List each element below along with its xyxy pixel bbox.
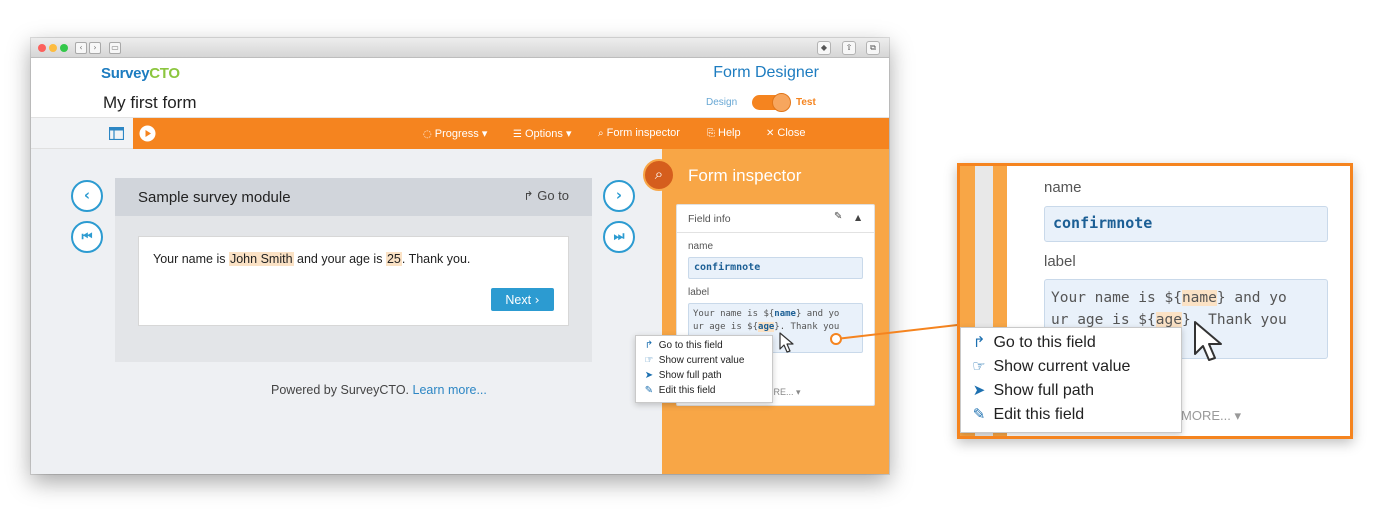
form-inspector-title: Form inspector <box>688 166 802 185</box>
question-card: Your name is John Smith and your age is … <box>138 236 569 326</box>
menu-item-go-to-field[interactable]: ↱ Go to this field <box>642 340 723 351</box>
field-info-header[interactable]: Field info ✎ ▲ <box>677 205 874 233</box>
list-icon: ☰ <box>513 129 522 140</box>
previous-button[interactable]: ‹ <box>71 180 103 212</box>
mouse-cursor-icon <box>779 332 794 353</box>
hand-point-icon: ☞ <box>972 357 986 375</box>
zoom-menu-item-show-value[interactable]: ☞ Show current value <box>969 357 1130 376</box>
tabs-icon[interactable]: ⧉ <box>866 41 880 55</box>
design-mode-label[interactable]: Design <box>706 97 737 108</box>
module-header: Sample survey module ↱ Go to <box>115 178 592 216</box>
browser-chrome: ‹ › ▭ ◆ ⇧ ⧉ <box>31 38 889 58</box>
design-test-toggle[interactable] <box>752 93 791 112</box>
progress-icon: ◌ <box>423 129 432 140</box>
form-inspector-button[interactable]: ⌕ Form inspector <box>598 127 680 139</box>
field-info-label: Field info <box>688 213 731 225</box>
zoom-menu-item-edit-field[interactable]: ✎ Edit this field <box>969 405 1084 424</box>
share-arrow-icon: ↱ <box>523 189 534 203</box>
toggle-knob <box>772 93 791 112</box>
play-icon[interactable] <box>139 125 156 142</box>
test-mode-label[interactable]: Test <box>796 97 816 108</box>
note-text: Your name is John Smith and your age is … <box>153 252 471 266</box>
module-title: Sample survey module <box>138 189 291 206</box>
collapse-icon[interactable]: ▲ <box>855 213 861 222</box>
go-to-button[interactable]: ↱ Go to <box>524 188 569 203</box>
skip-back-icon: ⏮ <box>81 229 93 243</box>
skip-forward-icon: ⏭ <box>613 229 625 243</box>
form-designer-title: Form Designer <box>713 64 819 81</box>
zoom-callout: name confirmnote label Your name is ${na… <box>957 163 1353 439</box>
learn-more-link[interactable]: Learn more... <box>413 383 487 397</box>
context-menu: ↱ Go to this field ☞ Show current value … <box>635 335 773 403</box>
zoom-menu-item-go-to-field[interactable]: ↱ Go to this field <box>969 333 1096 352</box>
maximize-window-button[interactable] <box>60 44 68 52</box>
name-label: name <box>688 241 714 252</box>
close-button[interactable]: ✕ Close <box>766 127 806 139</box>
back-button[interactable]: ‹ <box>75 42 87 54</box>
toolbar: ◌ Progress ▾ ☰ Options ▾ ⌕ Form inspector ⎘… <box>31 118 889 149</box>
browser-window: ‹ › ▭ ◆ ⇧ ⧉ SurveyCTO Form Designer My f… <box>31 38 889 474</box>
share-arrow-icon: ↱ <box>644 340 654 351</box>
edit-icon[interactable]: ✎ <box>834 211 842 222</box>
form-inspector-icon: ⌕ <box>643 159 675 191</box>
zoom-more-link[interactable]: MORE... ▾ <box>1181 408 1241 424</box>
first-button[interactable]: ⏮ <box>71 221 103 253</box>
extension-icon[interactable]: ◆ <box>817 41 831 55</box>
share-icon[interactable]: ⇧ <box>842 41 856 55</box>
close-icon: ✕ <box>766 128 775 139</box>
menu-item-show-path[interactable]: ➤ Show full path <box>642 370 722 381</box>
help-icon: ⎘ <box>707 128 715 139</box>
last-button[interactable]: ⏭ <box>603 221 635 253</box>
search-icon: ⌕ <box>598 128 604 139</box>
zoom-menu-item-show-path[interactable]: ➤ Show full path <box>969 381 1094 400</box>
toolbar-left-area <box>31 118 133 149</box>
app-header: SurveyCTO Form Designer My first form De… <box>31 58 889 118</box>
surveycto-logo: SurveyCTO <box>101 65 180 82</box>
share-arrow-icon: ↱ <box>972 333 986 351</box>
layout-icon[interactable] <box>109 127 124 140</box>
sidebar-toggle-icon[interactable]: ▭ <box>109 42 121 54</box>
next-nav-button[interactable]: › <box>603 180 635 212</box>
form-inspector-pane: ⌕ Form inspector Field info ✎ ▲ name con… <box>643 149 889 474</box>
name-field[interactable]: confirmnote <box>688 257 863 279</box>
minimize-window-button[interactable] <box>49 44 57 52</box>
zoom-label-label: label <box>1044 253 1076 270</box>
progress-menu[interactable]: ◌ Progress ▾ <box>423 127 487 140</box>
menu-item-edit-field[interactable]: ✎ Edit this field <box>642 385 716 396</box>
zoom-name-label: name <box>1044 179 1082 196</box>
location-arrow-icon: ➤ <box>644 370 654 381</box>
zoom-connector <box>830 323 967 345</box>
chevron-right-icon: › <box>534 292 540 307</box>
location-arrow-icon: ➤ <box>972 381 986 399</box>
zoom-name-field[interactable]: confirmnote <box>1044 206 1328 242</box>
zoom-context-menu: ↱ Go to this field ☞ Show current value … <box>960 327 1182 433</box>
next-button[interactable]: Next › <box>491 288 554 311</box>
label-label: label <box>688 287 710 298</box>
zoom-mouse-cursor-icon <box>1194 321 1222 361</box>
options-menu[interactable]: ☰ Options ▾ <box>513 127 571 140</box>
menu-item-show-value[interactable]: ☞ Show current value <box>642 355 745 366</box>
help-button[interactable]: ⎘ Help <box>707 127 741 139</box>
edit-icon: ✎ <box>972 405 986 423</box>
page-title: My first form <box>103 93 197 112</box>
survey-content: ‹ ⏮ › ⏭ Sample survey module ↱ Go to You… <box>31 149 662 474</box>
forward-button[interactable]: › <box>89 42 101 54</box>
survey-module: Sample survey module ↱ Go to Your name i… <box>115 178 592 362</box>
edit-icon: ✎ <box>644 385 654 396</box>
hand-point-icon: ☞ <box>644 355 654 366</box>
chevron-left-icon: ‹ <box>83 186 91 204</box>
close-window-button[interactable] <box>38 44 46 52</box>
zoom-label-line-1: Your name is ${name} and yo <box>1051 290 1287 306</box>
powered-by: Powered by SurveyCTO. Learn more... <box>271 383 487 397</box>
chevron-right-icon: › <box>615 186 623 204</box>
